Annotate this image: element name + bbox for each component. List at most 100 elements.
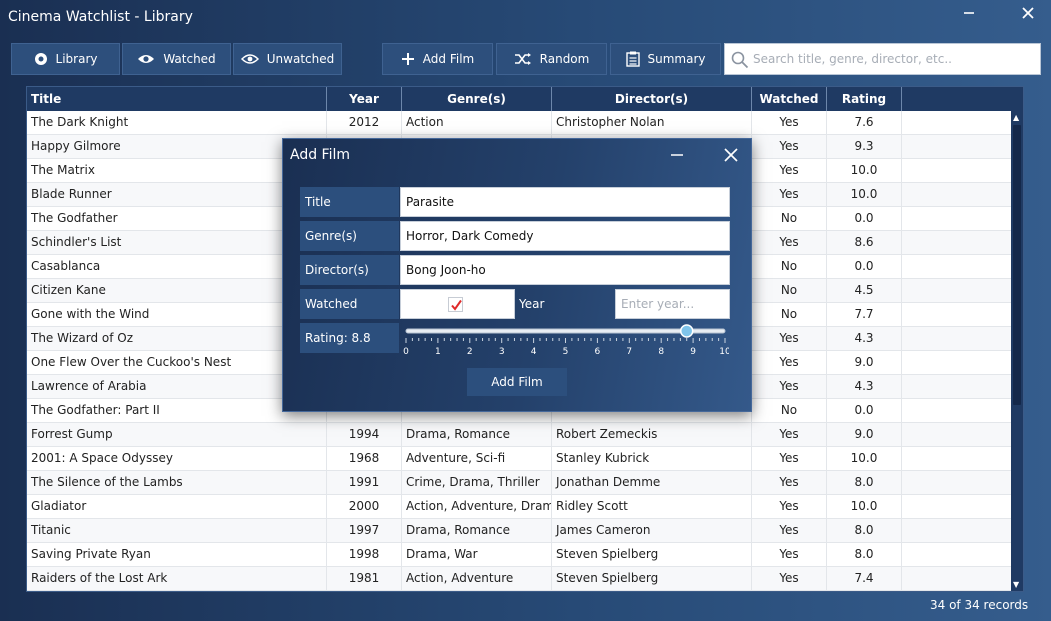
dialog-close-button[interactable] xyxy=(721,145,741,165)
cell-rating: 10.0 xyxy=(827,495,902,518)
table-row[interactable]: Gladiator 2000 Action, Adventure, Drama Rid… xyxy=(27,495,1012,519)
library-button[interactable]: Library xyxy=(11,43,120,75)
add-film-button[interactable]: Add Film xyxy=(382,43,493,75)
scroll-down-icon[interactable]: ▼ xyxy=(1013,580,1019,589)
cell-watched: Yes xyxy=(752,231,827,254)
cell-filler xyxy=(902,255,1012,278)
cell-watched: Yes xyxy=(752,543,827,566)
cell-title: The Dark Knight xyxy=(27,111,327,134)
director-label: Director(s) xyxy=(300,255,399,285)
minimize-icon xyxy=(964,12,974,14)
genre-label: Genre(s) xyxy=(300,221,399,251)
table-row[interactable]: Raiders of the Lost Ark 1981 Action, Adven… xyxy=(27,567,1012,591)
genre-field[interactable] xyxy=(400,221,730,251)
cell-rating: 7.6 xyxy=(827,111,902,134)
watched-button[interactable]: Watched xyxy=(122,43,231,75)
cell-rating: 7.7 xyxy=(827,303,902,326)
table-row[interactable]: Forrest Gump 1994 Drama, Romance Robert Zem… xyxy=(27,423,1012,447)
cell-filler xyxy=(902,303,1012,326)
add-film-submit-button[interactable]: Add Film xyxy=(467,368,567,396)
cell-watched: No xyxy=(752,279,827,302)
table-row[interactable]: Titanic 1997 Drama, Romance James Cameron Ye… xyxy=(27,519,1012,543)
watched-checkbox[interactable] xyxy=(448,297,463,312)
cell-director: Steven Spielberg xyxy=(552,567,752,590)
unwatched-button[interactable]: Unwatched xyxy=(233,43,342,75)
cell-filler xyxy=(902,183,1012,206)
cell-director: Ridley Scott xyxy=(552,495,752,518)
cell-rating: 4.3 xyxy=(827,375,902,398)
cell-watched: Yes xyxy=(752,495,827,518)
rating-slider[interactable]: 0 1 2 3 4 5 6 7 8 9 10 xyxy=(403,323,729,359)
column-header-genre[interactable]: Genre(s) xyxy=(402,87,552,111)
watched-checkbox-cell xyxy=(400,289,515,319)
search-box[interactable] xyxy=(724,43,1041,75)
title-field[interactable] xyxy=(400,187,730,217)
cell-director: Christopher Nolan xyxy=(552,111,752,134)
scroll-up-icon[interactable]: ▲ xyxy=(1013,113,1019,122)
column-header-watched[interactable]: Watched xyxy=(752,87,827,111)
slider-thumb[interactable] xyxy=(679,324,694,338)
slider-tick-label: 7 xyxy=(626,347,632,357)
cell-watched: No xyxy=(752,303,827,326)
column-header-rating[interactable]: Rating xyxy=(827,87,902,111)
cell-filler xyxy=(902,327,1012,350)
column-header-filler xyxy=(902,87,1012,111)
minimize-icon xyxy=(671,154,683,156)
cell-filler xyxy=(902,351,1012,374)
eye-icon xyxy=(138,55,155,63)
column-header-year[interactable]: Year xyxy=(327,87,402,111)
year-field[interactable] xyxy=(615,289,730,319)
slider-tick-label: 8 xyxy=(658,347,664,357)
director-field[interactable] xyxy=(400,255,730,285)
cell-title: 2001: A Space Odyssey xyxy=(27,447,327,470)
cell-year: 2012 xyxy=(327,111,402,134)
cell-title: The Silence of the Lambs xyxy=(27,471,327,494)
table-row[interactable]: The Silence of the Lambs 1991 Crime, Drama… xyxy=(27,471,1012,495)
cell-rating: 0.0 xyxy=(827,399,902,422)
search-icon xyxy=(731,51,749,69)
cell-rating: 0.0 xyxy=(827,207,902,230)
cell-watched: Yes xyxy=(752,447,827,470)
cell-watched: Yes xyxy=(752,423,827,446)
cell-year: 1998 xyxy=(327,543,402,566)
column-header-title[interactable]: Title xyxy=(27,87,327,111)
cell-rating: 8.0 xyxy=(827,543,902,566)
dialog-minimize-button[interactable] xyxy=(667,145,687,165)
cell-genre: Adventure, Sci-fi xyxy=(402,447,552,470)
cell-rating: 10.0 xyxy=(827,447,902,470)
window-title: Cinema Watchlist - Library xyxy=(8,9,193,25)
summary-button[interactable]: Summary xyxy=(610,43,721,75)
cell-watched: Yes xyxy=(752,375,827,398)
watched-label: Watched xyxy=(163,52,216,66)
cell-filler xyxy=(902,231,1012,254)
vertical-scrollbar[interactable]: ▲ ▼ xyxy=(1011,111,1023,591)
slider-tick-label: 1 xyxy=(435,347,441,357)
close-button[interactable] xyxy=(1017,6,1039,28)
cell-rating: 9.0 xyxy=(827,351,902,374)
slider-tick-label: 6 xyxy=(595,347,601,357)
cell-year: 1981 xyxy=(327,567,402,590)
scrollbar-thumb[interactable] xyxy=(1013,125,1021,405)
cell-title: Raiders of the Lost Ark xyxy=(27,567,327,590)
table-row[interactable]: Saving Private Ryan 1998 Drama, War Steven … xyxy=(27,543,1012,567)
minimize-button[interactable] xyxy=(958,6,980,28)
slider-track xyxy=(405,328,726,334)
table-row[interactable]: 2001: A Space Odyssey 1968 Adventure, Sci-… xyxy=(27,447,1012,471)
random-button[interactable]: Random xyxy=(496,43,607,75)
table-row[interactable]: The Dark Knight 2012 Action Christopher Nol… xyxy=(27,111,1012,135)
column-header-director[interactable]: Director(s) xyxy=(552,87,752,111)
cell-filler xyxy=(902,159,1012,182)
cell-title: Titanic xyxy=(27,519,327,542)
library-label: Library xyxy=(55,52,98,66)
search-input[interactable] xyxy=(753,48,1033,70)
cell-genre: Action, Adventure xyxy=(402,567,552,590)
clipboard-icon xyxy=(625,51,640,67)
cell-rating: 10.0 xyxy=(827,183,902,206)
table-header: Title Year Genre(s) Director(s) Watched … xyxy=(27,87,1023,111)
checkmark-icon xyxy=(451,299,462,311)
slider-tick-label: 10 xyxy=(719,347,729,357)
cell-rating: 9.3 xyxy=(827,135,902,158)
eye-outline-icon xyxy=(240,54,259,64)
title-label: Title xyxy=(300,187,399,217)
cell-director: Jonathan Demme xyxy=(552,471,752,494)
